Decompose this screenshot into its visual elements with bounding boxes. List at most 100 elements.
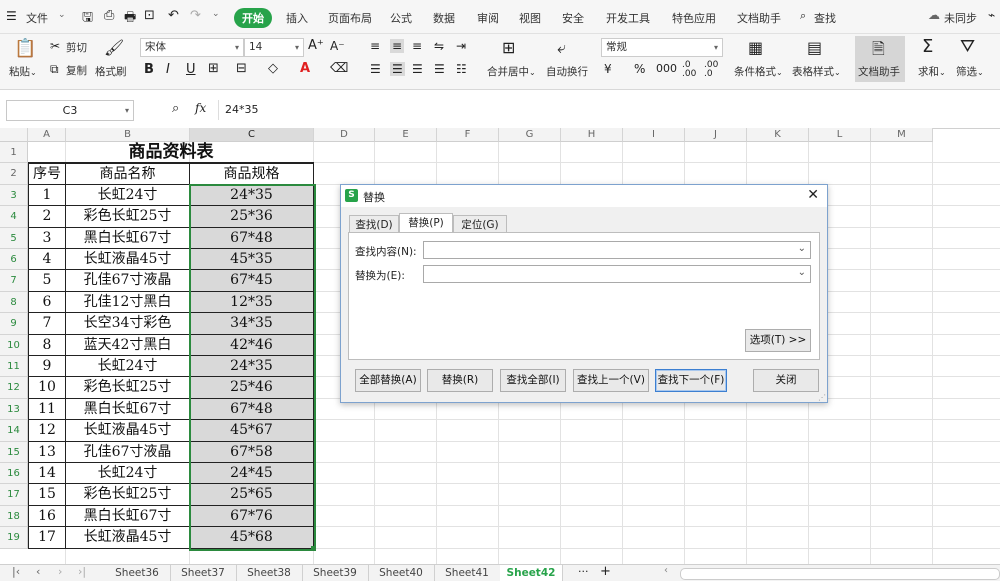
decrease-decimal-icon[interactable]: .00.0 (704, 61, 718, 79)
merge-cells-icon[interactable]: ⊟ (236, 61, 247, 76)
paste-icon[interactable]: 📋 (14, 38, 36, 59)
undo-icon[interactable]: ↶ (168, 8, 179, 23)
currency-icon[interactable]: ¥ (604, 62, 612, 76)
select-all-corner[interactable] (0, 128, 28, 142)
zoom-formula-icon[interactable]: ⌕ (172, 101, 179, 116)
find-previous-button[interactable]: 查找上一个(V) (573, 369, 649, 392)
save-icon[interactable]: 🖫 (82, 8, 93, 30)
sheet-tab-sheet36[interactable]: Sheet36 (104, 565, 171, 581)
number-format-select[interactable]: 常规 ▾ (601, 38, 723, 57)
tab-find[interactable]: 查找(D) (349, 215, 399, 233)
tab-goto[interactable]: 定位(G) (453, 215, 507, 233)
increase-font-icon[interactable]: A⁺ (308, 38, 324, 53)
table-cell[interactable]: 9 (28, 356, 66, 378)
row-header-9[interactable]: 9 (0, 313, 28, 335)
sheet-tab-sheet38[interactable]: Sheet38 (236, 565, 303, 581)
sync-status[interactable]: 未同步 (944, 10, 977, 26)
fill-handle[interactable] (311, 545, 316, 551)
align-center-icon[interactable]: ☰ (390, 62, 405, 76)
border-icon[interactable]: ⊞ (208, 61, 219, 76)
bold-icon[interactable]: B (144, 62, 154, 77)
justify-icon[interactable]: ☰ (434, 62, 445, 76)
underline-icon[interactable]: U (186, 62, 196, 77)
row-header-19[interactable]: 19 (0, 527, 28, 549)
table-cell[interactable]: 2 (28, 206, 66, 228)
table-cell[interactable]: 13 (28, 441, 66, 463)
last-sheet-icon[interactable]: ›| (78, 565, 86, 578)
italic-icon[interactable]: I (166, 62, 170, 77)
align-bottom-icon[interactable]: ≡ (412, 39, 422, 53)
replace-all-button[interactable]: 全部替换(A) (355, 369, 421, 392)
row-header-17[interactable]: 17 (0, 484, 28, 506)
orientation-icon[interactable]: ⇋ (434, 39, 444, 53)
prev-sheet-icon[interactable]: ‹ (36, 565, 40, 578)
tab-insert[interactable]: 插入 (286, 10, 308, 26)
table-cell[interactable]: 孔佳12寸黑白 (66, 291, 190, 314)
table-cell[interactable]: 黑白长虹67寸 (66, 227, 190, 249)
tab-home[interactable]: 开始 (234, 8, 272, 28)
row-header-2[interactable]: 2 (0, 163, 28, 185)
fill-color-icon[interactable]: ◇ (268, 61, 278, 76)
name-box[interactable]: C3 ▾ (6, 100, 134, 121)
more-icon[interactable]: ⌄ (212, 9, 220, 19)
row-header-18[interactable]: 18 (0, 505, 28, 528)
table-cell[interactable]: 10 (28, 377, 66, 399)
row-header-12[interactable]: 12 (0, 377, 28, 399)
copy-button[interactable]: 复制 (66, 63, 87, 78)
column-header-d[interactable]: D (314, 128, 375, 142)
column-header-a[interactable]: A (28, 128, 66, 142)
paste-button[interactable]: 粘贴⌄ (9, 64, 37, 79)
sheet-tab-sheet41[interactable]: Sheet41 (434, 565, 501, 581)
add-sheet-icon[interactable]: + (600, 564, 611, 579)
table-cell[interactable]: 孔佳67寸液晶 (66, 441, 190, 463)
chevron-down-icon[interactable]: ⌄ (798, 243, 806, 254)
cond-format-icon[interactable]: ▦ (748, 38, 763, 57)
align-top-icon[interactable]: ≡ (370, 39, 380, 53)
row-header-10[interactable]: 10 (0, 334, 28, 356)
tab-doc-helper[interactable]: 文档助手 (737, 10, 781, 26)
dialog-title-bar[interactable]: S 替换 ✕ (341, 185, 827, 207)
table-style-icon[interactable]: ▤ (807, 38, 822, 57)
column-header-h[interactable]: H (561, 128, 623, 142)
table-cell[interactable]: 12 (28, 420, 66, 442)
row-header-5[interactable]: 5 (0, 227, 28, 249)
font-name-select[interactable]: 宋体 ▾ (140, 38, 244, 57)
header-cell[interactable]: 商品规格 (190, 163, 314, 185)
row-header-3[interactable]: 3 (0, 184, 28, 207)
column-header-j[interactable]: J (685, 128, 747, 142)
close-button[interactable]: 关闭 (753, 369, 819, 392)
copy-icon[interactable]: ⧉ (50, 62, 59, 77)
table-cell[interactable]: 彩色长虹25寸 (66, 377, 190, 399)
column-header-c[interactable]: C (190, 128, 314, 142)
table-cell[interactable]: 4 (28, 249, 66, 271)
table-cell[interactable]: 蓝天42寸黑白 (66, 334, 190, 356)
row-header-13[interactable]: 13 (0, 398, 28, 421)
filter-icon[interactable]: ⛛ (960, 36, 975, 57)
column-header-b[interactable]: B (66, 128, 190, 142)
wrap-text-button[interactable]: 自动换行 (546, 64, 588, 79)
table-cell[interactable]: 1 (28, 184, 66, 207)
row-header-11[interactable]: 11 (0, 356, 28, 378)
clear-format-icon[interactable]: ⌫ (330, 61, 348, 76)
table-cell[interactable]: 孔佳67寸液晶 (66, 270, 190, 292)
replace-button[interactable]: 替换(R) (427, 369, 493, 392)
resize-grip-icon[interactable]: ⋰ (818, 393, 826, 402)
table-cell[interactable]: 11 (28, 398, 66, 421)
table-cell[interactable]: 14 (28, 463, 66, 485)
wrap-text-icon[interactable]: ⤶ (557, 38, 566, 58)
search-icon[interactable]: ⌕ (800, 9, 806, 23)
column-header-i[interactable]: I (623, 128, 685, 142)
sum-icon[interactable]: Σ (922, 36, 933, 57)
indent-icon[interactable]: ⇥ (456, 39, 466, 53)
table-cell[interactable]: 长虹液晶45寸 (66, 249, 190, 271)
tab-review[interactable]: 审阅 (477, 10, 499, 26)
table-cell[interactable]: 彩色长虹25寸 (66, 484, 190, 506)
table-cell[interactable]: 6 (28, 291, 66, 314)
table-cell[interactable]: 16 (28, 505, 66, 528)
sheet-tab-sheet40[interactable]: Sheet40 (368, 565, 435, 581)
sheet-tab-sheet39[interactable]: Sheet39 (302, 565, 369, 581)
row-header-4[interactable]: 4 (0, 206, 28, 228)
table-cell[interactable]: 长空34寸彩色 (66, 313, 190, 335)
table-cell[interactable]: 17 (28, 527, 66, 549)
tab-view[interactable]: 视图 (519, 10, 541, 26)
